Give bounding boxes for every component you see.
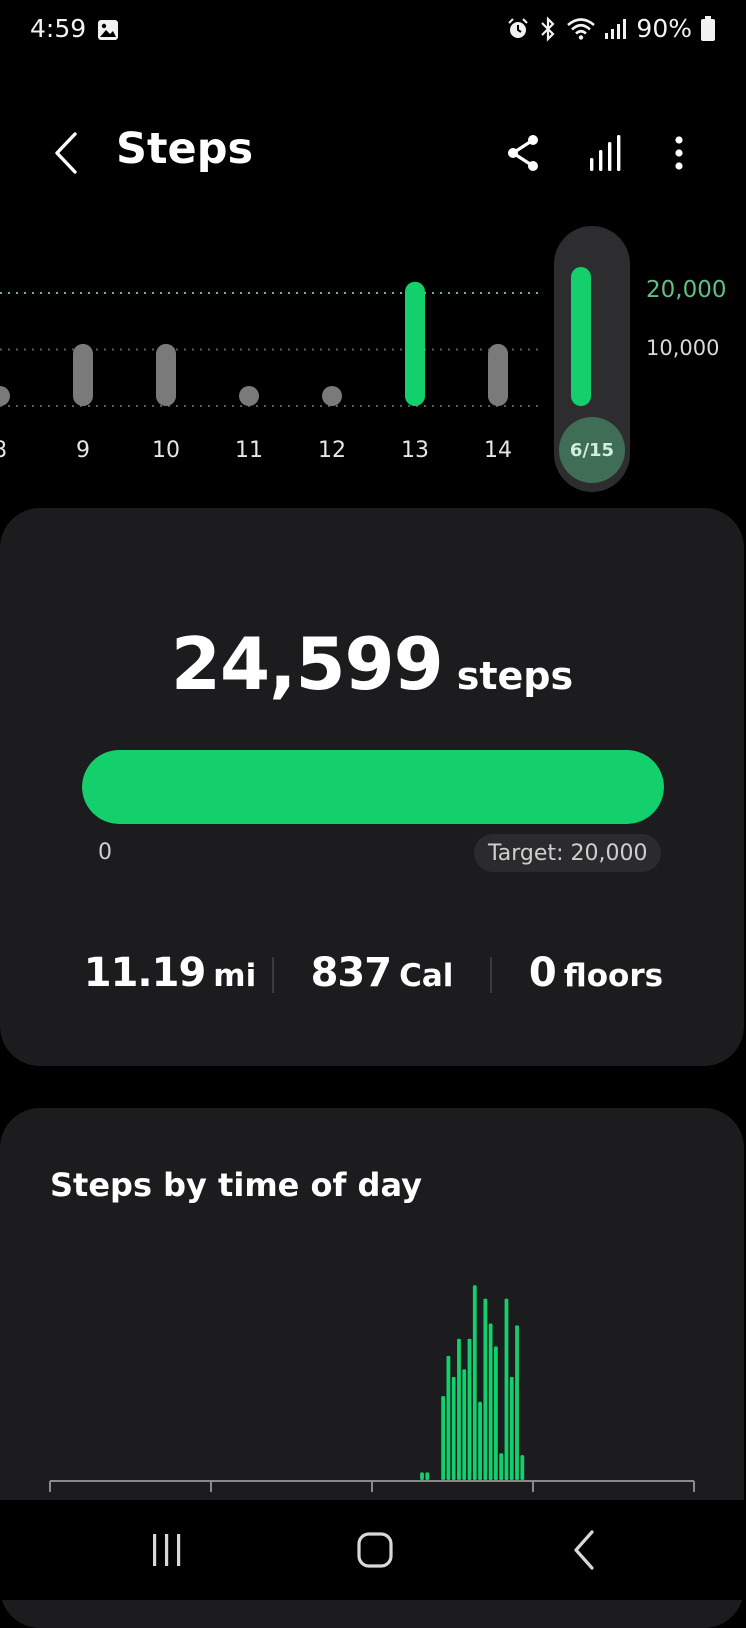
time-bar <box>467 1338 472 1480</box>
back-button[interactable] <box>44 126 88 180</box>
time-bar <box>441 1396 446 1480</box>
day-label[interactable]: 12 <box>302 438 362 463</box>
more-options-button[interactable] <box>654 128 704 178</box>
day-bar[interactable] <box>488 343 508 406</box>
system-back-button[interactable] <box>568 1525 602 1575</box>
battery-icon <box>701 15 715 41</box>
calories-unit: Cal <box>399 958 454 994</box>
day-label[interactable]: 11 <box>219 438 279 463</box>
calories-value: 837 <box>310 950 392 996</box>
day-label[interactable]: 8 <box>0 438 30 463</box>
time-bar <box>499 1453 504 1480</box>
floors-metric: 0 floors <box>496 950 696 996</box>
day-bar[interactable] <box>156 343 176 406</box>
metric-divider <box>490 957 492 993</box>
time-bar <box>494 1346 498 1480</box>
more-options-icon <box>675 136 683 170</box>
time-bar <box>457 1338 461 1480</box>
battery-percent: 90% <box>636 14 692 43</box>
back-icon <box>55 132 77 174</box>
selected-day-badge[interactable]: 6/15 <box>559 417 625 483</box>
trends-button[interactable] <box>580 128 630 178</box>
time-bar <box>420 1472 424 1480</box>
day-label[interactable]: 13 <box>385 438 445 463</box>
metric-divider <box>272 957 274 993</box>
day-label[interactable]: 9 <box>53 438 113 463</box>
weekly-steps-chart[interactable] <box>0 240 746 460</box>
time-bar <box>478 1401 482 1480</box>
calories-metric: 837 Cal <box>282 950 482 996</box>
recent-apps-icon <box>153 1534 181 1566</box>
floors-unit: floors <box>563 958 664 994</box>
system-back-icon <box>574 1530 594 1570</box>
progress-min-label: 0 <box>98 840 112 865</box>
floors-value: 0 <box>528 950 557 996</box>
day-label[interactable]: 14 <box>468 438 528 463</box>
day-bar[interactable] <box>405 281 425 406</box>
distance-value: 11.19 <box>83 950 207 996</box>
day-bar[interactable] <box>0 386 10 406</box>
page-title: Steps <box>116 124 254 174</box>
bar-chart-icon <box>590 135 621 171</box>
y-tick-goal: 20,000 <box>646 277 727 303</box>
time-bar <box>462 1369 467 1480</box>
steps-count: 24,599 <box>170 622 444 706</box>
time-bar <box>483 1298 488 1480</box>
signal-icon <box>605 18 627 39</box>
home-button[interactable] <box>350 1525 400 1575</box>
status-icons: 90% <box>506 14 716 43</box>
day-bar[interactable] <box>571 267 591 406</box>
day-bar[interactable] <box>322 386 342 406</box>
alarm-icon <box>508 17 529 38</box>
time-bar <box>520 1455 525 1480</box>
bluetooth-icon <box>541 15 555 42</box>
navigation-bar <box>0 1500 746 1600</box>
time-bar <box>425 1472 430 1480</box>
wifi-icon <box>567 17 596 40</box>
time-bar <box>515 1325 519 1480</box>
steps-progress-fill <box>82 750 664 824</box>
day-label[interactable]: 10 <box>136 438 196 463</box>
time-bar <box>472 1285 477 1480</box>
steps-by-time-chart <box>49 1285 695 1492</box>
day-bar[interactable] <box>73 343 93 406</box>
share-button[interactable] <box>498 128 548 178</box>
distance-unit: mi <box>213 958 257 994</box>
distance-metric: 11.19 mi <box>70 950 270 996</box>
share-icon <box>508 135 538 171</box>
time-bar <box>488 1323 493 1480</box>
status-time: 4:59 <box>30 14 87 43</box>
steps-total: 24,599 steps <box>0 622 744 706</box>
time-bar <box>446 1355 451 1480</box>
steps-progress-bar <box>82 750 664 824</box>
target-badge: Target: 20,000 <box>474 834 662 872</box>
recent-apps-button[interactable] <box>140 1528 194 1572</box>
steps-unit: steps <box>456 654 574 698</box>
home-icon <box>357 1532 393 1568</box>
time-bar <box>451 1376 456 1480</box>
image-icon <box>98 20 118 40</box>
time-bar <box>504 1298 509 1480</box>
day-bar[interactable] <box>239 386 259 406</box>
time-bar <box>509 1376 514 1480</box>
y-tick-10000: 10,000 <box>646 336 720 360</box>
steps-by-time-title: Steps by time of day <box>50 1166 422 1204</box>
